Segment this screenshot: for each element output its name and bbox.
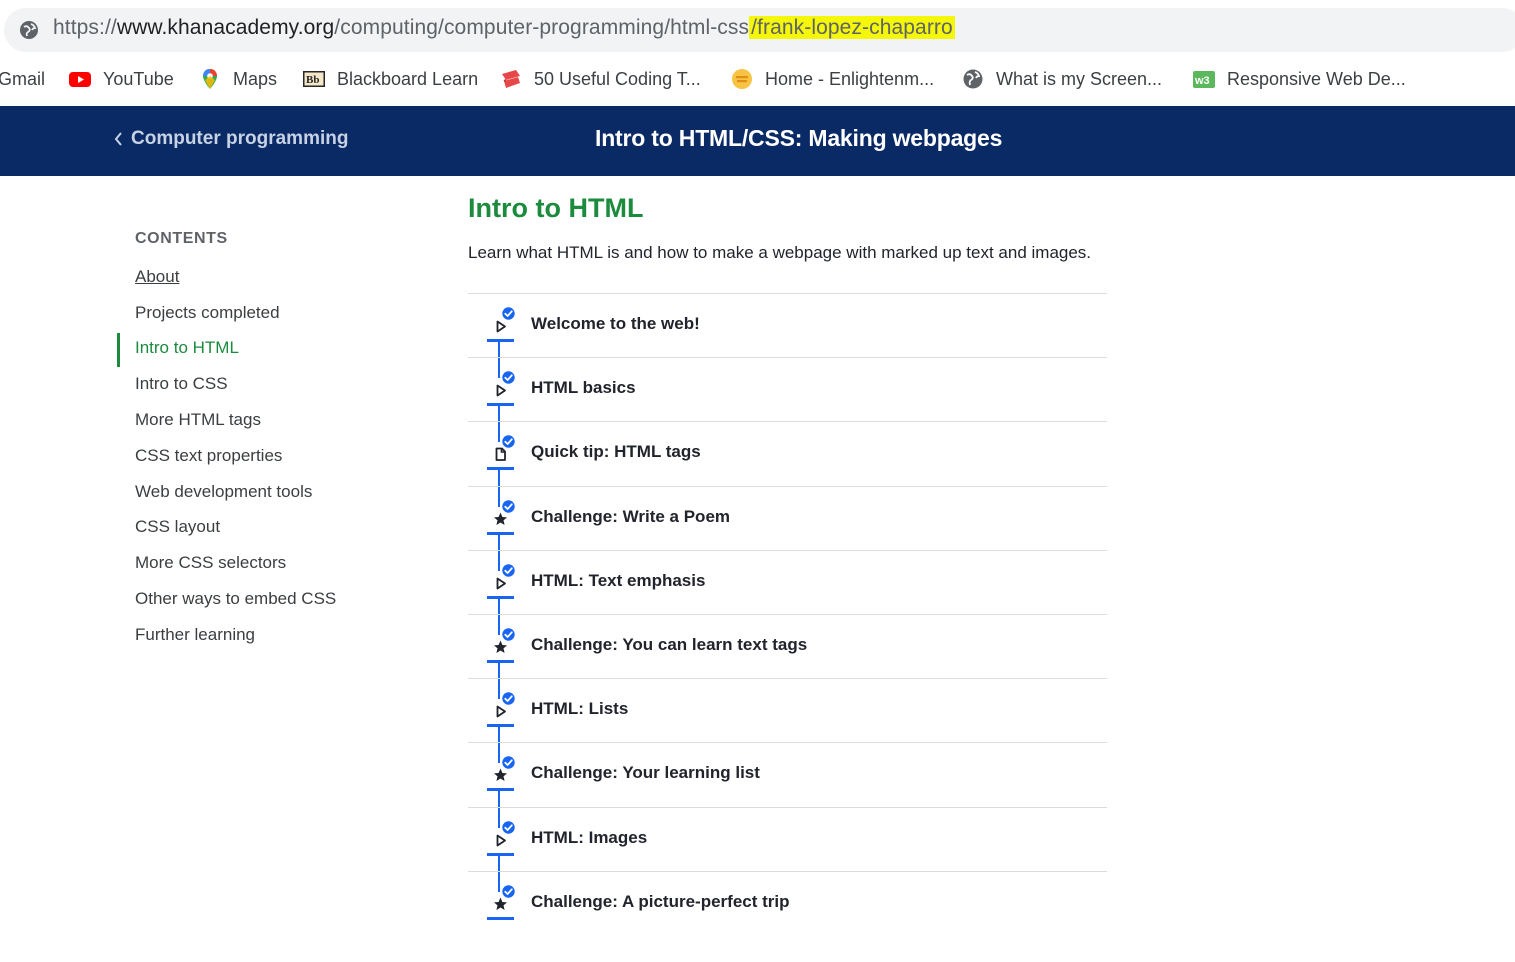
svg-text:w3: w3 [1194,75,1210,87]
nav-item-web-development-tools[interactable]: Web development tools [135,474,336,510]
lesson-title[interactable]: HTML: Lists [531,699,628,719]
completed-check-icon [501,562,516,578]
bookmark-coding[interactable]: 50 Useful Coding T... [500,66,701,92]
contents-heading: CONTENTS [135,230,228,247]
back-link[interactable]: Computer programming [114,128,348,150]
nav-item-intro-to-css[interactable]: Intro to CSS [135,366,336,402]
nav-item-about[interactable]: About [135,259,336,295]
bookmark-youtube[interactable]: YouTube [69,66,174,92]
bookmarks-bar: Gmail YouTube Maps Bb Blackboard Learn 5… [0,56,1515,106]
nav-item-label: CSS layout [135,517,221,537]
enlightenment-icon [732,69,752,89]
completed-check-icon [501,627,516,642]
bookmark-label: Responsive Web De... [1227,68,1406,89]
site-header: Computer programming Intro to HTML/CSS: … [0,106,1515,176]
w3-icon: w3 [1193,71,1215,88]
nav-item-label: Intro to CSS [135,374,228,394]
blackboard-icon: Bb [303,71,325,87]
bookmark-blackboard[interactable]: Bb Blackboard Learn [303,66,478,92]
url-domain: www.khanacademy.org [116,16,335,39]
page-title: Intro to HTML/CSS: Making webpages [595,125,1003,151]
completed-check-icon [501,306,516,321]
lesson-row[interactable]: Challenge: A picture-perfect trip [468,870,1107,935]
nav-item-label: Further learning [135,624,256,644]
globe-icon [963,69,983,89]
coding-icon [502,70,520,88]
lesson-row[interactable]: HTML: Images [468,806,1107,871]
bookmark-label: 50 Useful Coding T... [534,68,701,89]
bookmark-label: Maps [233,68,278,89]
nav-item-label: Projects completed [135,302,280,322]
nav-item-more-css-selectors[interactable]: More CSS selectors [135,545,336,581]
address-bar: https://www.khanacademy.org/computing/co… [0,0,1515,56]
lesson-row[interactable]: HTML basics [468,357,1107,421]
nav-item-css-layout[interactable]: CSS layout [135,510,336,546]
lesson-row[interactable]: Quick tip: HTML tags [468,421,1107,485]
bookmark-w3[interactable]: w3 Responsive Web De... [1193,66,1406,92]
completed-check-icon [501,498,516,514]
lesson-row[interactable]: HTML: Lists [468,678,1107,742]
bookmark-enlightenment[interactable]: Home - Enlightenm... [731,66,934,92]
maps-icon [203,69,217,89]
lesson-title[interactable]: Challenge: A picture-perfect trip [531,892,790,912]
lesson-title[interactable]: Welcome to the web! [531,314,700,334]
bookmark-label: Blackboard Learn [337,68,479,89]
completed-check-icon [501,434,516,450]
lesson-title[interactable]: Challenge: Your learning list [531,763,760,783]
nav-item-css-text-properties[interactable]: CSS text properties [135,438,336,474]
nav-item-other-ways-to-embed-css[interactable]: Other ways to embed CSS [135,581,336,617]
nav-item-label: About [135,266,180,286]
nav-item-label: More CSS selectors [135,553,287,573]
chevron-left-icon [114,132,122,146]
lesson-row[interactable]: Challenge: Write a Poem [468,485,1107,550]
lesson-title[interactable]: Challenge: Write a Poem [531,507,730,527]
url-scheme: https:// [53,16,117,39]
site-info-icon[interactable] [18,19,40,41]
nav-item-more-html-tags[interactable]: More HTML tags [135,402,336,438]
completed-check-icon [501,883,516,899]
bookmark-maps[interactable]: Maps [199,66,277,92]
lesson-row[interactable]: Challenge: Your learning list [468,742,1107,806]
section-description: Learn what HTML is and how to make a web… [468,243,1092,262]
bookmark-label: What is my Screen... [996,68,1163,89]
url-highlight: /frank-lopez-chaparro [749,16,955,39]
lesson-list: Welcome to the web! HTML basics Quick tip:… [468,293,1107,935]
nav-item-label: Intro to HTML [135,338,239,358]
url-text[interactable]: https://www.khanacademy.org/computing/co… [53,16,955,40]
bookmark-screen[interactable]: What is my Screen... [962,66,1162,92]
nav-item-further-learning[interactable]: Further learning [135,617,336,653]
completed-check-icon [501,691,516,707]
completed-check-icon [501,755,516,771]
contents-nav: About Projects completed Intro to HTML I… [116,259,336,653]
bookmark-label: YouTube [103,68,174,89]
nav-item-label: Web development tools [135,481,313,501]
nav-item-intro-to-html[interactable]: Intro to HTML [116,331,336,367]
lesson-row[interactable]: Welcome to the web! [468,293,1107,357]
nav-item-label: Other ways to embed CSS [135,589,337,609]
lesson-title[interactable]: Challenge: You can learn text tags [531,635,807,655]
svg-text:Bb: Bb [306,74,319,86]
nav-item-projects-completed[interactable]: Projects completed [135,295,336,331]
lesson-title[interactable]: HTML: Images [531,828,647,848]
youtube-icon [69,72,91,87]
nav-item-label: CSS text properties [135,445,283,465]
completed-check-icon [501,370,516,386]
completed-check-icon [501,819,516,835]
lesson-title[interactable]: HTML basics [531,378,636,398]
lesson-title[interactable]: HTML: Text emphasis [531,571,705,591]
lesson-row[interactable]: Challenge: You can learn text tags [468,613,1107,678]
bookmark-label: Home - Enlightenm... [765,68,935,89]
lesson-row[interactable]: HTML: Text emphasis [468,549,1107,614]
bookmark-gmail[interactable]: Gmail [0,66,45,92]
nav-item-label: More HTML tags [135,410,261,430]
lesson-title[interactable]: Quick tip: HTML tags [531,442,701,462]
back-link-label: Computer programming [131,128,349,149]
section-title: Intro to HTML [468,193,644,223]
url-path: /computing/computer-programming/html-css [334,16,750,39]
bookmark-label: Gmail [0,68,46,89]
